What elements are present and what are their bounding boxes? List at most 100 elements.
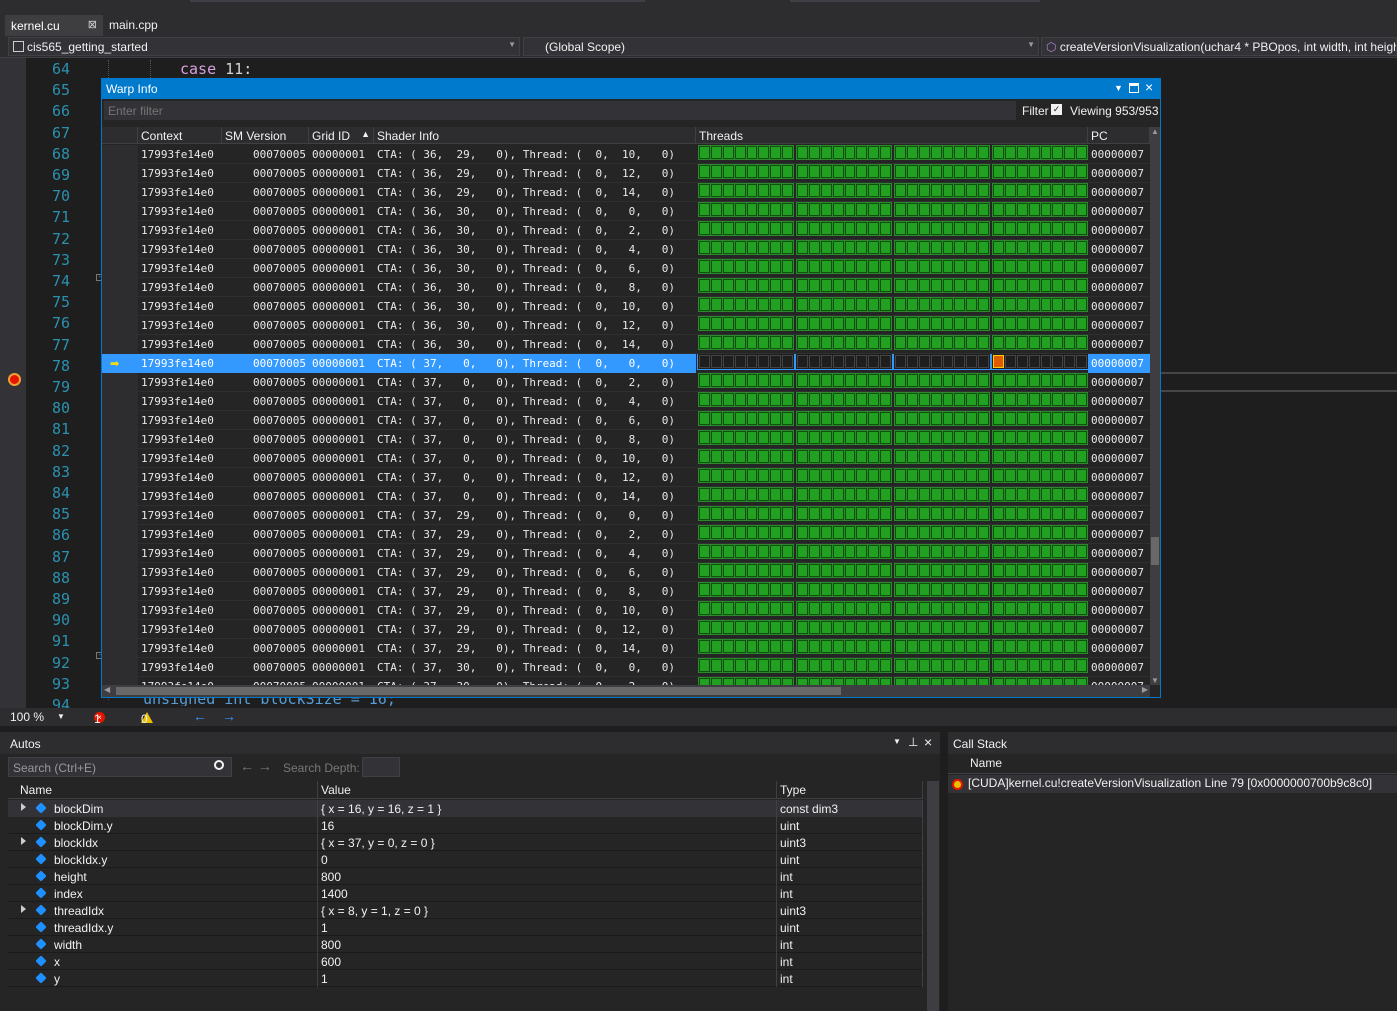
column-header-threads[interactable]: Threads — [696, 127, 1088, 144]
thread-lane[interactable] — [906, 184, 918, 197]
thread-lane[interactable] — [942, 184, 954, 197]
thread-lane[interactable] — [797, 279, 808, 292]
thread-lane[interactable] — [746, 222, 758, 235]
thread-lane[interactable] — [1076, 469, 1087, 482]
thread-lane[interactable] — [895, 678, 906, 685]
thread-lane[interactable] — [868, 203, 880, 216]
thread-lane[interactable] — [966, 393, 978, 406]
thread-lane[interactable] — [880, 640, 891, 653]
thread-lane[interactable] — [1040, 355, 1052, 368]
thread-lane[interactable] — [722, 678, 734, 685]
thread-lane[interactable] — [770, 488, 782, 501]
thread-lane[interactable] — [954, 146, 966, 159]
thread-lane[interactable] — [734, 659, 746, 672]
thread-lane[interactable] — [746, 241, 758, 254]
thread-lane[interactable] — [993, 488, 1004, 501]
thread-lane[interactable] — [906, 526, 918, 539]
thread-lane[interactable] — [918, 165, 930, 178]
thread-lane[interactable] — [820, 241, 832, 254]
thread-lane[interactable] — [1064, 260, 1076, 273]
thread-lane[interactable] — [758, 222, 770, 235]
thread-lane[interactable] — [1076, 640, 1087, 653]
autos-row[interactable]: index 1400 int — [8, 885, 923, 902]
thread-lane[interactable] — [1028, 241, 1040, 254]
thread-lane[interactable] — [1064, 659, 1076, 672]
thread-lane[interactable] — [699, 583, 710, 596]
thread-lane[interactable] — [1076, 526, 1087, 539]
thread-lane[interactable] — [1016, 184, 1028, 197]
thread-lane[interactable] — [906, 393, 918, 406]
thread-lane[interactable] — [734, 203, 746, 216]
thread-lane[interactable] — [966, 488, 978, 501]
thread-lane[interactable] — [880, 393, 891, 406]
thread-lane[interactable] — [734, 184, 746, 197]
thread-lane[interactable] — [966, 184, 978, 197]
thread-lane[interactable] — [868, 355, 880, 368]
thread-lane[interactable] — [699, 526, 710, 539]
thread-lane[interactable] — [1004, 146, 1016, 159]
thread-lane[interactable] — [1064, 450, 1076, 463]
thread-lane[interactable] — [820, 469, 832, 482]
thread-lane[interactable] — [746, 583, 758, 596]
thread-lane[interactable] — [906, 564, 918, 577]
thread-lane[interactable] — [895, 621, 906, 634]
thread-lane[interactable] — [942, 583, 954, 596]
thread-lane[interactable] — [746, 279, 758, 292]
thread-lane[interactable] — [832, 602, 844, 615]
thread-lane[interactable] — [722, 583, 734, 596]
thread-lane[interactable] — [782, 203, 793, 216]
thread-lane[interactable] — [710, 545, 722, 558]
thread-lane[interactable] — [1040, 640, 1052, 653]
warp-row[interactable]: 17993fe14e0 00070005 00000001 CTA: ( 36, 29… — [102, 145, 1150, 164]
thread-lane[interactable] — [1028, 678, 1040, 685]
thread-lane[interactable] — [699, 279, 710, 292]
thread-lane[interactable] — [820, 393, 832, 406]
thread-lane[interactable] — [734, 621, 746, 634]
thread-lane[interactable] — [1028, 412, 1040, 425]
thread-lane[interactable] — [832, 488, 844, 501]
thread-lane[interactable] — [880, 488, 891, 501]
warp-row[interactable]: 17993fe14e0 00070005 00000001 CTA: ( 37, 0,… — [102, 392, 1150, 411]
thread-lane[interactable] — [844, 374, 856, 387]
thread-lane[interactable] — [734, 317, 746, 330]
thread-lane[interactable] — [820, 412, 832, 425]
thread-lane[interactable] — [856, 678, 868, 685]
thread-lane[interactable] — [895, 374, 906, 387]
thread-lane[interactable] — [844, 336, 856, 349]
thread-lane[interactable] — [770, 146, 782, 159]
thread-lane[interactable] — [1052, 374, 1064, 387]
thread-lane[interactable] — [966, 279, 978, 292]
thread-lane[interactable] — [856, 564, 868, 577]
thread-lane[interactable] — [808, 184, 820, 197]
thread-lane[interactable] — [808, 545, 820, 558]
thread-lane[interactable] — [895, 640, 906, 653]
thread-lane[interactable] — [782, 450, 793, 463]
thread-lane[interactable] — [1040, 545, 1052, 558]
warp-row[interactable]: 17993fe14e0 00070005 00000001 CTA: ( 37, 0,… — [102, 411, 1150, 430]
thread-lane[interactable] — [746, 640, 758, 653]
thread-lane[interactable] — [966, 203, 978, 216]
autos-row[interactable]: blockIdx { x = 37, y = 0, z = 0 } uint3 — [8, 834, 923, 851]
thread-lane[interactable] — [734, 279, 746, 292]
thread-lane[interactable] — [808, 203, 820, 216]
thread-lane[interactable] — [734, 526, 746, 539]
variable-value-cell[interactable]: 600 — [318, 953, 777, 970]
thread-lane[interactable] — [699, 374, 710, 387]
thread-lane[interactable] — [1076, 222, 1087, 235]
thread-lane[interactable] — [856, 488, 868, 501]
thread-lane[interactable] — [734, 260, 746, 273]
thread-lane[interactable] — [954, 374, 966, 387]
thread-lane[interactable] — [1028, 659, 1040, 672]
thread-lane[interactable] — [710, 165, 722, 178]
scroll-left-icon[interactable]: ◀ — [104, 685, 110, 694]
thread-lane[interactable] — [942, 374, 954, 387]
thread-lane[interactable] — [1076, 564, 1087, 577]
thread-lane[interactable] — [734, 355, 746, 368]
thread-lane[interactable] — [797, 184, 808, 197]
thread-lane[interactable] — [746, 260, 758, 273]
thread-lane[interactable] — [906, 450, 918, 463]
thread-lane[interactable] — [895, 469, 906, 482]
warp-row[interactable]: 17993fe14e0 00070005 00000001 CTA: ( 37, 0,… — [102, 468, 1150, 487]
thread-lane[interactable] — [1028, 203, 1040, 216]
thread-lane[interactable] — [844, 659, 856, 672]
